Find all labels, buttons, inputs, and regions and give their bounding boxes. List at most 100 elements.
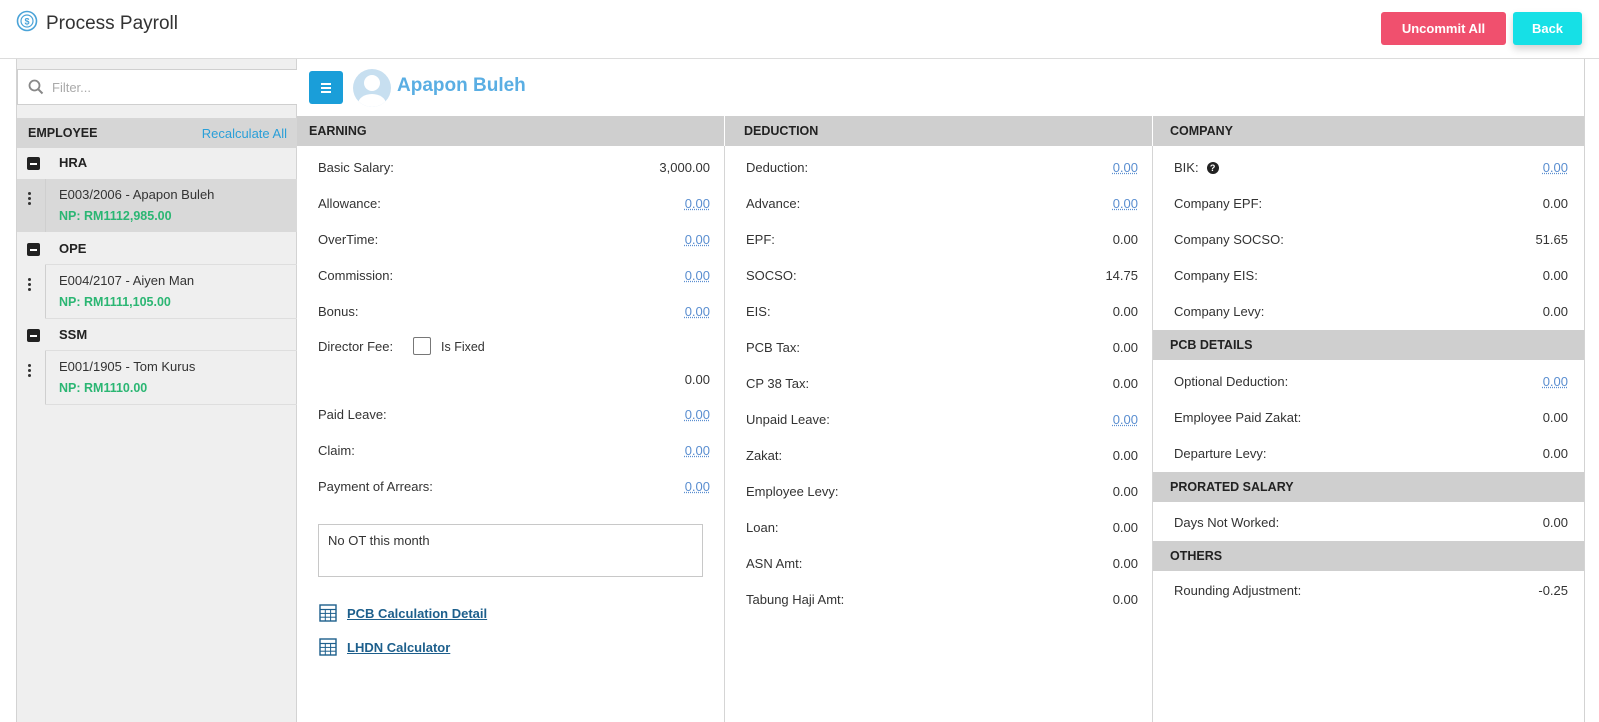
group-ope: OPE xyxy=(17,234,297,264)
back-button[interactable]: Back xyxy=(1513,12,1582,45)
menu-button[interactable] xyxy=(309,71,343,104)
departure-levy-value: 0.00 xyxy=(1542,446,1568,461)
prorated-salary-title: PRORATED SALARY xyxy=(1170,480,1294,494)
basic-salary-value: 3,000.00 xyxy=(659,160,710,175)
row-separator xyxy=(45,318,297,319)
unpaid-leave-value[interactable]: 0.00 xyxy=(1028,412,1138,427)
eis-label: EIS: xyxy=(746,304,771,319)
commission-value[interactable]: 0.00 xyxy=(600,268,710,283)
uncommit-all-button[interactable]: Uncommit All xyxy=(1381,12,1506,45)
search-icon xyxy=(28,79,44,95)
basic-salary-label: Basic Salary: xyxy=(318,160,394,175)
zakat-value: 0.00 xyxy=(1112,448,1138,463)
unpaid-leave-label: Unpaid Leave: xyxy=(746,412,830,427)
cp38-tax-label: CP 38 Tax: xyxy=(746,376,810,391)
bonus-value[interactable]: 0.00 xyxy=(600,304,710,319)
eis-value: 0.00 xyxy=(1112,304,1138,319)
days-not-worked-value: 0.00 xyxy=(1542,515,1568,530)
deduction-value[interactable]: 0.00 xyxy=(1028,160,1138,175)
employee-net-pay: NP: RM1112,985.00 xyxy=(59,209,172,223)
recalculate-all-link[interactable]: Recalculate All xyxy=(202,126,287,141)
group-label: OPE xyxy=(59,241,87,256)
filter-input[interactable] xyxy=(52,77,292,97)
row-divider xyxy=(45,179,46,232)
departure-levy-label: Departure Levy: xyxy=(1174,446,1267,461)
epf-label: EPF: xyxy=(746,232,775,247)
allowance-value[interactable]: 0.00 xyxy=(600,196,710,211)
payroll-logo-icon: $ xyxy=(16,10,38,32)
employee-name: E003/2006 - Apapon Buleh xyxy=(59,187,215,202)
optional-deduction-value[interactable]: 0.00 xyxy=(1458,374,1568,389)
remarks-textarea[interactable]: No OT this month xyxy=(318,524,703,577)
employee-column-label: EMPLOYEE xyxy=(28,126,98,140)
pcb-tax-value: 0.00 xyxy=(1112,340,1138,355)
bonus-label: Bonus: xyxy=(318,304,359,319)
rounding-adjustment-value: -0.25 xyxy=(1538,583,1568,598)
page-title: Process Payroll xyxy=(46,13,178,34)
payroll-detail-panel: Apapon Buleh xyxy=(297,59,1585,722)
director-fee-label: Director Fee: xyxy=(318,339,394,354)
company-epf-label: Company EPF: xyxy=(1174,196,1263,211)
company-socso-label: Company SOCSO: xyxy=(1174,232,1284,247)
row-divider xyxy=(45,265,46,318)
employee-name: E001/1905 - Tom Kurus xyxy=(59,359,196,374)
tabung-haji-label: Tabung Haji Amt: xyxy=(746,592,845,607)
socso-value: 14.75 xyxy=(1105,268,1138,283)
earning-header: EARNING xyxy=(297,116,724,146)
pcb-details-title: PCB DETAILS xyxy=(1170,338,1253,352)
collapse-icon[interactable] xyxy=(27,157,40,170)
lhdn-calculator-link[interactable]: LHDN Calculator xyxy=(347,640,450,655)
group-hra: HRA xyxy=(17,148,297,178)
bik-value[interactable]: 0.00 xyxy=(1458,160,1568,175)
employee-row[interactable]: E004/2107 - Aiyen Man NP: RM1111,105.00 xyxy=(17,265,297,318)
claim-value[interactable]: 0.00 xyxy=(600,443,710,458)
days-not-worked-label: Days Not Worked: xyxy=(1174,515,1280,530)
overtime-label: OverTime: xyxy=(318,232,379,247)
calculator-icon xyxy=(319,638,337,656)
advance-value[interactable]: 0.00 xyxy=(1028,196,1138,211)
deduction-label: Deduction: xyxy=(746,160,809,175)
earning-title: EARNING xyxy=(309,124,367,138)
collapse-icon[interactable] xyxy=(27,329,40,342)
pcb-calculation-detail-link[interactable]: PCB Calculation Detail xyxy=(347,606,487,621)
company-levy-value: 0.00 xyxy=(1542,304,1568,319)
cp38-tax-value: 0.00 xyxy=(1112,376,1138,391)
row-divider xyxy=(45,351,46,404)
group-label: HRA xyxy=(59,155,88,170)
employee-row[interactable]: E003/2006 - Apapon Buleh NP: RM1112,985.… xyxy=(17,179,297,232)
employee-paid-zakat-label: Employee Paid Zakat: xyxy=(1174,410,1302,425)
loan-label: Loan: xyxy=(746,520,779,535)
top-bar: $ Process Payroll Uncommit All Back xyxy=(0,0,1599,59)
bik-label: BIK:? xyxy=(1174,160,1219,175)
employee-title: Apapon Buleh xyxy=(397,75,526,96)
employee-net-pay: NP: RM1110.00 xyxy=(59,381,148,395)
company-epf-value: 0.00 xyxy=(1542,196,1568,211)
zakat-label: Zakat: xyxy=(746,448,783,463)
bik-label-text: BIK: xyxy=(1174,160,1199,175)
company-eis-value: 0.00 xyxy=(1542,268,1568,283)
employee-name: E004/2107 - Aiyen Man xyxy=(59,273,195,288)
group-ssm: SSM xyxy=(17,320,297,350)
svg-text:$: $ xyxy=(24,17,29,27)
overtime-value[interactable]: 0.00 xyxy=(600,232,710,247)
others-title: OTHERS xyxy=(1170,549,1223,563)
epf-value: 0.00 xyxy=(1112,232,1138,247)
socso-label: SOCSO: xyxy=(746,268,797,283)
kebab-menu-icon[interactable] xyxy=(28,278,32,294)
commission-label: Commission: xyxy=(318,268,394,283)
collapse-icon[interactable] xyxy=(27,243,40,256)
is-fixed-checkbox[interactable] xyxy=(413,337,431,355)
help-icon[interactable]: ? xyxy=(1206,162,1219,174)
company-title: COMPANY xyxy=(1170,124,1233,138)
company-socso-value: 51.65 xyxy=(1535,232,1568,247)
paid-leave-value[interactable]: 0.00 xyxy=(600,407,710,422)
payment-of-arrears-value[interactable]: 0.00 xyxy=(600,479,710,494)
deduction-header: DEDUCTION xyxy=(725,116,1152,146)
kebab-menu-icon[interactable] xyxy=(28,192,32,208)
row-separator xyxy=(45,404,297,405)
pcb-tax-label: PCB Tax: xyxy=(746,340,800,355)
kebab-menu-icon[interactable] xyxy=(28,364,32,380)
employee-row[interactable]: E001/1905 - Tom Kurus NP: RM1110.00 xyxy=(17,351,297,404)
column-divider xyxy=(724,146,725,722)
company-levy-label: Company Levy: xyxy=(1174,304,1265,319)
